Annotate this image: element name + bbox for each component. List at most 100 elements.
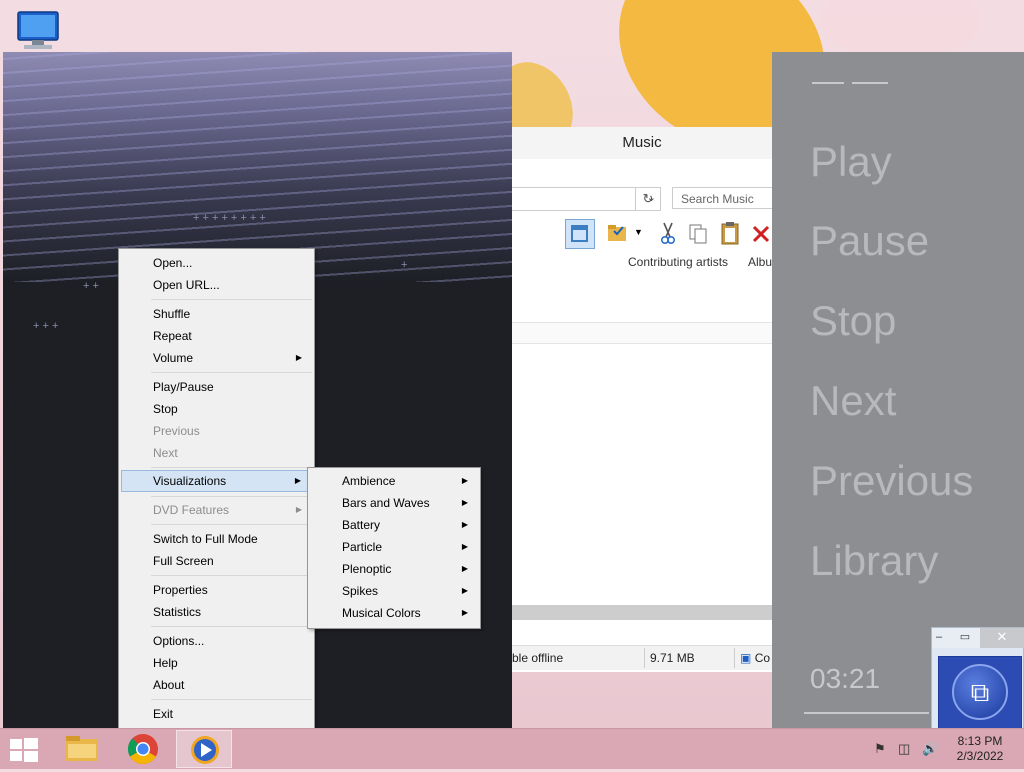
menu-item-repeat[interactable]: Repeat [121,325,312,347]
submenu-item-particle[interactable]: Particle ▶ [310,536,478,558]
status-bar: ble offline 9.71 MB ▣ Co [512,645,772,670]
menu-item-help[interactable]: Help [121,652,312,674]
minimize-button[interactable]: – [932,628,946,648]
taskbar-file-explorer[interactable] [54,730,110,768]
side-previous-button[interactable]: Previous [810,457,973,505]
restore-button[interactable]: ▭ [956,628,974,648]
submenu-arrow-icon: ▶ [461,498,468,507]
menu-item-label: Help [153,656,178,670]
taskbar-media-player[interactable] [176,730,232,768]
menu-item-label: Battery [342,518,381,532]
windows-logo-pane [24,738,38,749]
menu-item-label: Open URL... [153,278,220,292]
taskbar: ⚑ ◫ 🔊 8:13 PM 2/3/2022 [0,728,1024,769]
folder-check-icon[interactable] [604,219,632,247]
status-computer-label: Co [754,651,771,665]
menu-separator [151,496,312,497]
menu-item-shuffle[interactable]: Shuffle [121,303,312,325]
close-button[interactable]: ✕ [980,628,1024,648]
side-pause-button[interactable]: Pause [810,217,929,265]
side-library-button[interactable]: Library [810,537,938,585]
menu-separator [151,372,312,373]
computer-icon[interactable] [12,8,64,52]
menu-item-label: Spikes [342,584,379,598]
refresh-icon[interactable]: ↻ [635,187,661,211]
explorer-window[interactable]: Music ⌄ ↻ Search Music ▼ Contributing ar… [512,127,772,672]
video-frame-detail: + [401,259,408,271]
status-availability: ble offline [512,651,564,665]
submenu-arrow-icon: ▶ [461,476,468,485]
cut-icon[interactable] [654,219,682,247]
paste-icon[interactable] [716,219,744,247]
menu-item-label: Bars and Waves [342,496,430,510]
menu-item-label: Exit [153,707,174,721]
copy-icon[interactable] [684,219,712,247]
volume-icon[interactable]: 🔊 [922,741,938,757]
panel-drag-handle-gap [844,82,852,84]
taskbar-chrome[interactable] [115,730,171,768]
context-menu: Open... Open URL... Shuffle Repeat Volum… [118,248,315,730]
side-play-button[interactable]: Play [810,138,892,186]
menu-item-label: Previous [153,424,200,438]
menu-item-properties[interactable]: Properties [121,579,312,601]
menu-item-statistics[interactable]: Statistics [121,601,312,623]
menu-item-previous: Previous [121,420,312,442]
windows-logo-pane [24,751,38,762]
menu-item-label: Repeat [153,329,192,343]
progress-bar[interactable] [804,712,929,714]
menu-item-switch-full-mode[interactable]: Switch to Full Mode [121,528,312,550]
video-frame-detail: + + + + + + + + [193,212,266,224]
menu-item-about[interactable]: About [121,674,312,696]
menu-separator [151,575,312,576]
submenu-arrow-icon: ▶ [461,520,468,529]
menu-item-play-pause[interactable]: Play/Pause [121,376,312,398]
menu-item-exit[interactable]: Exit [121,703,312,725]
menu-item-label: Shuffle [153,307,191,321]
horizontal-scrollbar[interactable] [512,605,772,620]
system-clock[interactable]: 8:13 PM 2/3/2022 [948,734,1012,764]
side-stop-button[interactable]: Stop [810,297,896,345]
menu-item-open-url[interactable]: Open URL... [121,274,312,296]
action-center-flag-icon[interactable]: ⚑ [874,741,886,757]
submenu-item-plenoptic[interactable]: Plenoptic ▶ [310,558,478,580]
menu-item-options[interactable]: Options... [121,630,312,652]
media-player-icon [191,736,219,764]
menu-separator [151,626,312,627]
menu-item-volume[interactable]: Volume ▶ [121,347,312,369]
menu-item-visualizations[interactable]: Visualizations ▶ [121,470,312,492]
submenu-arrow-icon: ▶ [461,608,468,617]
side-next-button[interactable]: Next [810,377,896,425]
submenu-item-musical-colors[interactable]: Musical Colors ▶ [310,602,478,624]
column-header[interactable]: Contributing artists [628,255,728,269]
explorer-toolbar: ▼ [512,217,772,249]
submenu-item-spikes[interactable]: Spikes ▶ [310,580,478,602]
menu-separator [151,299,312,300]
submenu-arrow-icon: ▶ [295,505,302,514]
mini-player-art[interactable]: ⧉ [938,656,1022,730]
menu-item-label: Musical Colors [342,606,421,620]
menu-item-label: Visualizations [153,474,227,488]
mini-player[interactable]: – ▭ ✕ ⧉ [931,627,1024,733]
folder-icon [66,736,98,761]
menu-item-label: DVD Features [153,503,230,517]
start-button[interactable] [10,738,40,762]
menu-separator [151,467,312,468]
menu-item-label: Switch to Full Mode [153,532,258,546]
menu-item-open[interactable]: Open... [121,252,312,274]
menu-item-label: Volume [153,351,194,365]
search-input[interactable]: Search Music [672,187,772,209]
submenu-arrow-icon: ▶ [294,476,301,485]
submenu-item-battery[interactable]: Battery ▶ [310,514,478,536]
column-header[interactable]: Albu [748,255,772,269]
switch-mode-icon[interactable]: ⧉ [952,664,1008,720]
network-icon[interactable]: ◫ [898,741,910,757]
layout-pane-icon[interactable] [565,219,595,249]
menu-item-stop[interactable]: Stop [121,398,312,420]
submenu-item-ambience[interactable]: Ambience ▶ [310,470,478,492]
submenu-item-bars-and-waves[interactable]: Bars and Waves ▶ [310,492,478,514]
clock-time: 8:13 PM [957,734,1003,748]
chevron-down-icon[interactable]: ▼ [632,219,646,247]
chrome-icon [127,734,158,765]
menu-item-full-screen[interactable]: Full Screen [121,550,312,572]
menu-item-label: Statistics [153,605,202,619]
